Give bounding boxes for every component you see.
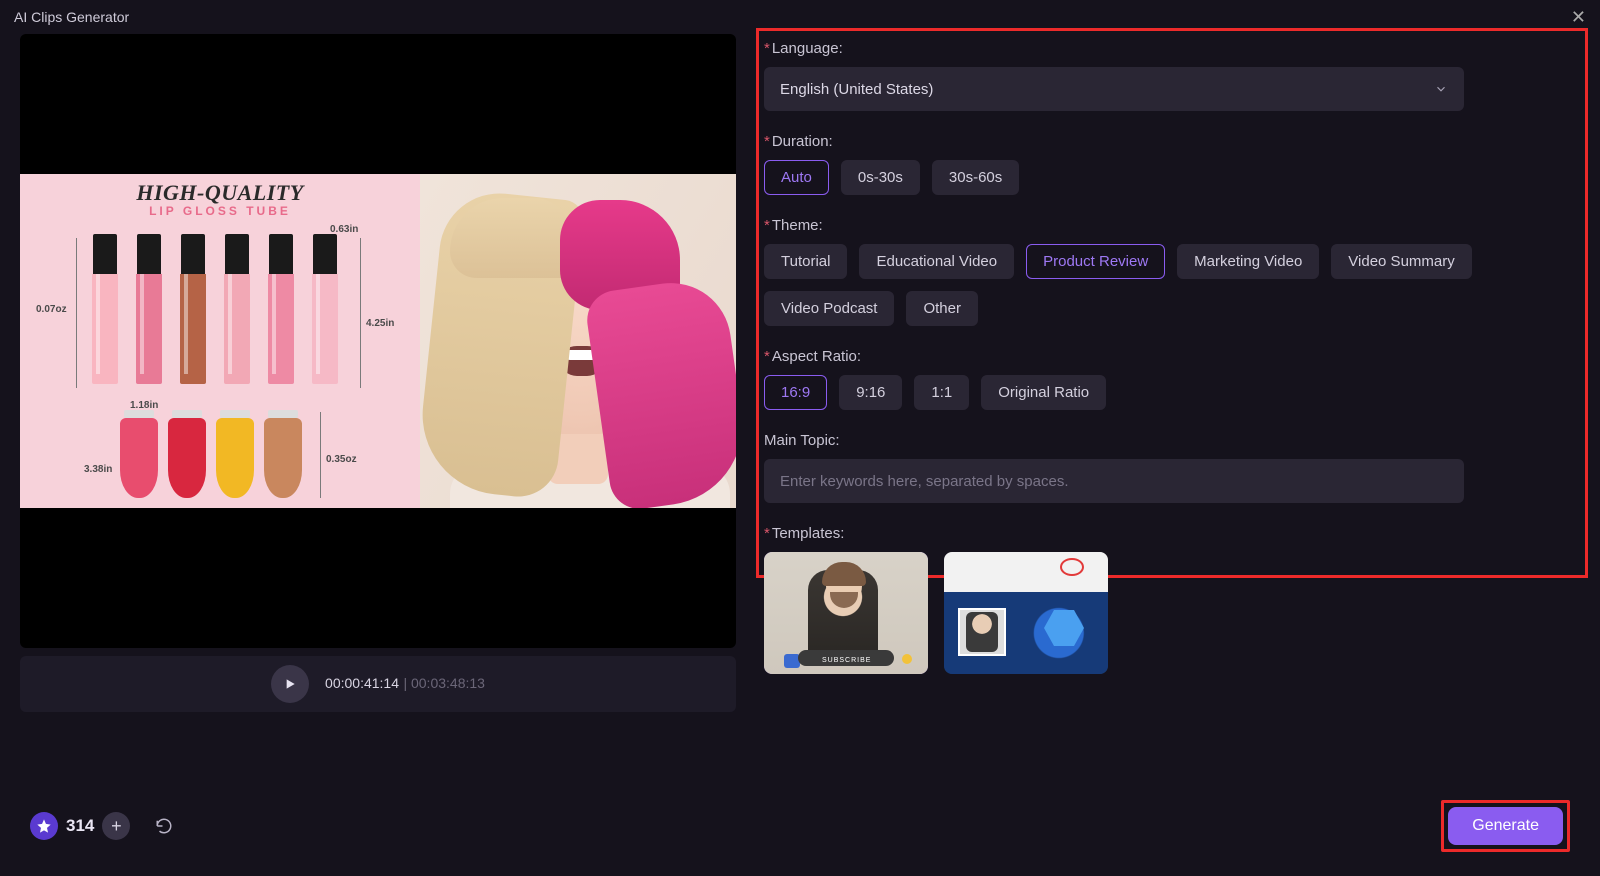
dim-oz2: 0.35oz	[326, 454, 357, 465]
aspect-option-9-16[interactable]: 9:16	[839, 375, 902, 410]
star-icon	[36, 818, 52, 834]
time-total: | 00:03:48:13	[403, 675, 485, 691]
window-title: AI Clips Generator	[14, 9, 129, 25]
refresh-icon	[155, 817, 173, 835]
templates-row: SUBSCRIBE	[764, 552, 1580, 674]
language-label: Language:	[764, 40, 1580, 57]
time-current: 00:00:41:14	[325, 675, 399, 691]
duration-option-auto[interactable]: Auto	[764, 160, 829, 195]
generate-button[interactable]: Generate	[1448, 807, 1563, 845]
video-frame: HIGH-QUALITY LIP GLOSS TUBE 0.07oz 0.63i…	[20, 174, 736, 508]
credit-count: 314	[66, 816, 94, 836]
theme-option-summary[interactable]: Video Summary	[1331, 244, 1471, 279]
theme-option-other[interactable]: Other	[906, 291, 978, 326]
theme-chips: Tutorial Educational Video Product Revie…	[764, 244, 1580, 326]
duration-chips: Auto 0s-30s 30s-60s	[764, 160, 1580, 195]
generate-highlight: Generate	[1441, 800, 1570, 852]
credits-icon	[30, 812, 58, 840]
duration-option-30-60[interactable]: 30s-60s	[932, 160, 1019, 195]
video-preview[interactable]: HIGH-QUALITY LIP GLOSS TUBE 0.07oz 0.63i…	[20, 34, 736, 648]
theme-option-marketing[interactable]: Marketing Video	[1177, 244, 1319, 279]
add-credits-button[interactable]: +	[102, 812, 130, 840]
dim-bottom: 3.38in	[84, 464, 112, 475]
frame-headline: HIGH-QUALITY	[20, 180, 420, 206]
aspect-option-16-9[interactable]: 16:9	[764, 375, 827, 410]
duration-label: Duration:	[764, 133, 1580, 150]
frame-subhead: LIP GLOSS TUBE	[20, 204, 420, 218]
theme-option-product-review[interactable]: Product Review	[1026, 244, 1165, 279]
topic-input[interactable]	[764, 459, 1464, 503]
templates-label: Templates:	[764, 525, 1580, 542]
refresh-button[interactable]	[150, 812, 178, 840]
theme-option-educational[interactable]: Educational Video	[859, 244, 1014, 279]
aspect-chips: 16:9 9:16 1:1 Original Ratio	[764, 375, 1580, 410]
language-value: English (United States)	[780, 81, 933, 98]
duration-option-0-30[interactable]: 0s-30s	[841, 160, 920, 195]
aspect-label: Aspect Ratio:	[764, 348, 1580, 365]
language-select[interactable]: English (United States)	[764, 67, 1464, 111]
theme-option-tutorial[interactable]: Tutorial	[764, 244, 847, 279]
close-icon[interactable]: ✕	[1571, 7, 1586, 28]
template-caption: SUBSCRIBE	[822, 657, 871, 664]
template-option-1[interactable]: SUBSCRIBE	[764, 552, 928, 674]
theme-label: Theme:	[764, 217, 1580, 234]
aspect-option-1-1[interactable]: 1:1	[914, 375, 969, 410]
chevron-down-icon	[1434, 82, 1448, 96]
dim-oz1: 0.07oz	[36, 304, 67, 315]
template-option-2[interactable]	[944, 552, 1108, 674]
play-icon	[282, 676, 298, 692]
play-button[interactable]	[271, 665, 309, 703]
playback-bar: 00:00:41:14 | 00:03:48:13	[20, 656, 736, 712]
dim-height: 4.25in	[366, 318, 394, 329]
aspect-option-original[interactable]: Original Ratio	[981, 375, 1106, 410]
topic-label: Main Topic:	[764, 432, 1580, 449]
theme-option-podcast[interactable]: Video Podcast	[764, 291, 894, 326]
